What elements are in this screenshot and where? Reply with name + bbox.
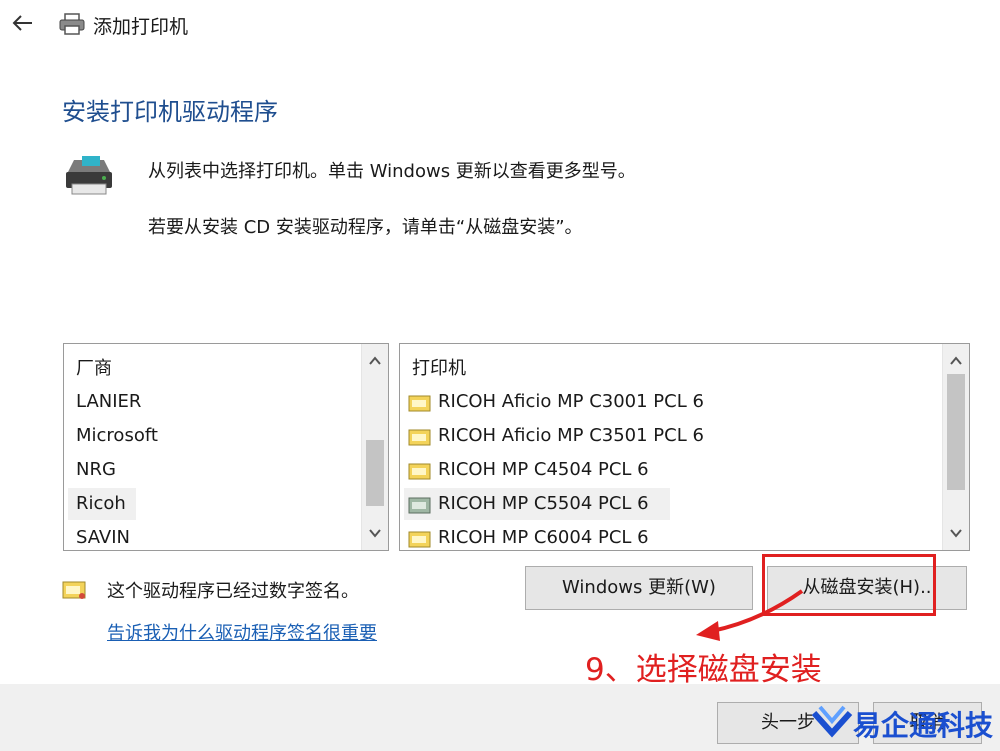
list-item-selected[interactable]: Ricoh [64,488,360,520]
chevron-down-icon[interactable] [362,520,388,546]
manufacturer-scrollbar[interactable] [361,344,388,550]
scrollbar-thumb[interactable] [947,374,965,490]
list-item[interactable]: RICOH Aficio MP C3501 PCL 6 [400,420,940,452]
certificate-icon [408,495,432,515]
scrollbar-thumb[interactable] [366,440,384,506]
list-item-selected[interactable]: RICOH MP C5504 PCL 6 [400,488,940,520]
list-item[interactable]: Microsoft [64,420,360,452]
signature-status: 这个驱动程序已经过数字签名。 [107,581,359,602]
certificate-icon [408,427,432,447]
list-item[interactable]: RICOH MP C4504 PCL 6 [400,454,940,486]
certificate-icon [408,529,432,549]
description-line-2: 若要从安装 CD 安装驱动程序，请单击“从磁盘安装”。 [148,217,583,238]
watermark-logo-icon [810,703,854,743]
list-item[interactable]: SAVIN [64,522,360,550]
manufacturer-list-header: 厂商 [76,358,112,379]
printer-scrollbar[interactable] [942,344,969,550]
printer-icon [58,12,86,36]
list-item[interactable]: RICOH MP C6004 PCL 6 [400,522,940,550]
list-item[interactable]: LANIER [64,386,360,418]
manufacturer-list[interactable]: 厂商 LANIER Microsoft NRG Ricoh SAVIN [63,343,389,551]
description-line-1: 从列表中选择打印机。单击 Windows 更新以查看更多型号。 [148,161,636,182]
annotation-label: 9、选择磁盘安装 [585,652,822,688]
watermark-text: 易企通科技 [853,709,994,742]
signature-info-link[interactable]: 告诉我为什么驱动程序签名很重要 [107,619,377,645]
list-item[interactable]: RICOH Aficio MP C3001 PCL 6 [400,386,940,418]
certificate-icon [62,580,88,602]
list-item[interactable]: NRG [64,454,360,486]
chevron-down-icon[interactable] [943,520,969,546]
certificate-icon [408,393,432,413]
page-heading: 安装打印机驱动程序 [62,98,278,126]
window-title: 添加打印机 [93,16,189,38]
annotation-arrow-icon [690,585,810,645]
certificate-icon [408,461,432,481]
printer-large-icon [60,154,116,198]
chevron-up-icon[interactable] [362,348,388,374]
back-arrow-icon[interactable] [10,10,36,36]
chevron-up-icon[interactable] [943,348,969,374]
printer-list-header: 打印机 [412,358,466,379]
printer-list[interactable]: 打印机 RICOH Aficio MP C3001 PCL 6 RICOH Af… [399,343,970,551]
